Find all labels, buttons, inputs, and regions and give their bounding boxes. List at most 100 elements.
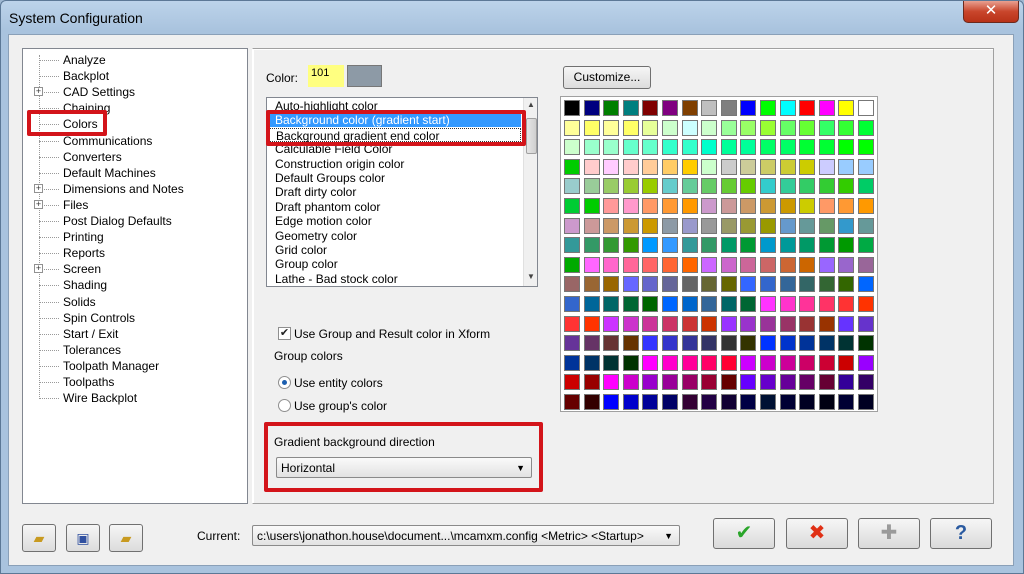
palette-color-cell[interactable]: [701, 139, 718, 156]
palette-color-cell[interactable]: [760, 237, 776, 254]
palette-color-cell[interactable]: [603, 100, 620, 116]
palette-color-cell[interactable]: [642, 237, 659, 254]
palette-color-cell[interactable]: [603, 237, 620, 254]
palette-color-cell[interactable]: [622, 315, 639, 332]
palette-color-cell[interactable]: [740, 217, 757, 234]
palette-color-cell[interactable]: [799, 158, 816, 175]
color-list-item[interactable]: Draft phantom color: [275, 200, 380, 214]
palette-color-cell[interactable]: [858, 315, 874, 332]
palette-color-cell[interactable]: [740, 394, 757, 410]
palette-color-cell[interactable]: [779, 237, 796, 254]
palette-color-cell[interactable]: [642, 335, 659, 352]
palette-color-cell[interactable]: [720, 374, 737, 391]
palette-color-cell[interactable]: [603, 315, 620, 332]
palette-color-cell[interactable]: [799, 119, 816, 136]
palette-color-cell[interactable]: [564, 354, 580, 371]
tree-item[interactable]: Analyze: [23, 52, 243, 68]
palette-color-cell[interactable]: [760, 315, 776, 332]
palette-color-cell[interactable]: [838, 276, 855, 293]
palette-color-cell[interactable]: [681, 354, 698, 371]
palette-color-cell[interactable]: [583, 217, 600, 234]
palette-color-cell[interactable]: [642, 100, 659, 116]
palette-color-cell[interactable]: [681, 198, 698, 214]
palette-color-cell[interactable]: [603, 335, 620, 352]
palette-color-cell[interactable]: [818, 119, 835, 136]
palette-color-cell[interactable]: [642, 315, 659, 332]
palette-color-cell[interactable]: [603, 178, 620, 195]
palette-color-cell[interactable]: [720, 335, 737, 352]
palette-color-cell[interactable]: [779, 198, 796, 214]
palette-color-cell[interactable]: [818, 178, 835, 195]
tree-item[interactable]: Backplot: [23, 68, 243, 84]
palette-color-cell[interactable]: [720, 217, 737, 234]
tree-item[interactable]: Wire Backplot: [23, 390, 243, 406]
palette-color-cell[interactable]: [642, 198, 659, 214]
palette-color-cell[interactable]: [720, 394, 737, 410]
palette-color-cell[interactable]: [799, 100, 816, 116]
palette-color-cell[interactable]: [858, 178, 874, 195]
tree-item[interactable]: Solids: [23, 294, 243, 310]
palette-color-cell[interactable]: [760, 158, 776, 175]
palette-color-cell[interactable]: [701, 354, 718, 371]
palette-color-cell[interactable]: [818, 354, 835, 371]
palette-color-cell[interactable]: [779, 394, 796, 410]
palette-color-cell[interactable]: [564, 100, 580, 116]
palette-color-cell[interactable]: [583, 178, 600, 195]
palette-color-cell[interactable]: [720, 276, 737, 293]
palette-color-cell[interactable]: [838, 119, 855, 136]
palette-color-cell[interactable]: [603, 198, 620, 214]
palette-color-cell[interactable]: [622, 296, 639, 312]
palette-color-cell[interactable]: [799, 198, 816, 214]
palette-color-cell[interactable]: [681, 276, 698, 293]
palette-color-cell[interactable]: [622, 354, 639, 371]
palette-color-cell[interactable]: [622, 217, 639, 234]
palette-color-cell[interactable]: [681, 237, 698, 254]
palette-color-cell[interactable]: [681, 139, 698, 156]
palette-color-cell[interactable]: [642, 256, 659, 273]
palette-color-cell[interactable]: [818, 217, 835, 234]
palette-color-cell[interactable]: [662, 158, 678, 175]
palette-color-cell[interactable]: [701, 198, 718, 214]
palette-color-cell[interactable]: [701, 296, 718, 312]
palette-color-cell[interactable]: [642, 119, 659, 136]
current-config-select[interactable]: c:\users\jonathon.house\document...\mcam…: [252, 525, 680, 546]
title-bar[interactable]: System Configuration ✕: [1, 1, 1023, 35]
palette-color-cell[interactable]: [858, 119, 874, 136]
palette-color-cell[interactable]: [642, 374, 659, 391]
palette-color-cell[interactable]: [740, 158, 757, 175]
palette-color-cell[interactable]: [603, 139, 620, 156]
palette-color-cell[interactable]: [720, 354, 737, 371]
palette-color-cell[interactable]: [779, 158, 796, 175]
tree-expand-icon[interactable]: +: [34, 183, 43, 193]
palette-color-cell[interactable]: [662, 217, 678, 234]
tree-item[interactable]: + CAD Settings: [23, 84, 243, 100]
palette-color-cell[interactable]: [622, 374, 639, 391]
palette-color-cell[interactable]: [681, 178, 698, 195]
palette-color-cell[interactable]: [603, 394, 620, 410]
color-list-item[interactable]: Lathe - Bad stock color: [275, 272, 398, 286]
palette-color-cell[interactable]: [622, 158, 639, 175]
palette-color-cell[interactable]: [720, 296, 737, 312]
palette-color-cell[interactable]: [662, 198, 678, 214]
palette-color-cell[interactable]: [583, 100, 600, 116]
palette-color-cell[interactable]: [760, 217, 776, 234]
palette-color-cell[interactable]: [760, 276, 776, 293]
palette-color-cell[interactable]: [818, 237, 835, 254]
palette-color-cell[interactable]: [838, 296, 855, 312]
palette-color-cell[interactable]: [838, 315, 855, 332]
palette-color-cell[interactable]: [681, 119, 698, 136]
palette-color-cell[interactable]: [818, 198, 835, 214]
palette-color-cell[interactable]: [583, 315, 600, 332]
palette-color-cell[interactable]: [583, 256, 600, 273]
palette-color-cell[interactable]: [564, 198, 580, 214]
palette-color-cell[interactable]: [662, 394, 678, 410]
palette-color-cell[interactable]: [858, 354, 874, 371]
tree-expand-icon[interactable]: +: [34, 264, 43, 274]
palette-color-cell[interactable]: [662, 139, 678, 156]
tree-item[interactable]: Spin Controls: [23, 310, 243, 326]
palette-color-cell[interactable]: [858, 237, 874, 254]
current-color-swatch[interactable]: [347, 65, 382, 87]
palette-color-cell[interactable]: [779, 139, 796, 156]
palette-color-cell[interactable]: [701, 374, 718, 391]
palette-color-cell[interactable]: [642, 217, 659, 234]
